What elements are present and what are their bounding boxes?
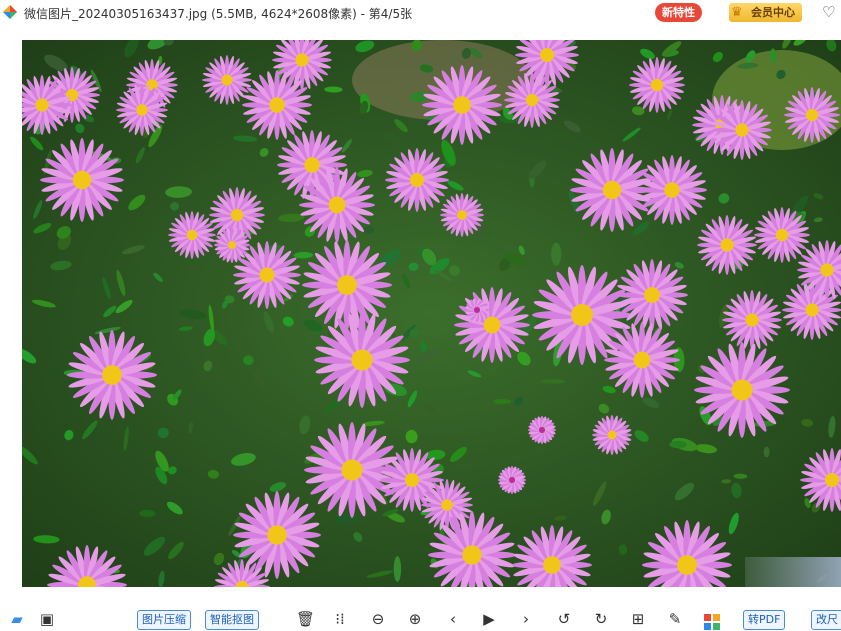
photo-canvas [22, 40, 841, 587]
vip-center-label: 会员中心 [751, 6, 795, 19]
aster-flower [422, 65, 502, 145]
image-edit-icon[interactable]: ⊞ [629, 611, 647, 627]
photo-overlay-strip [745, 557, 841, 587]
crown-icon: ♛ [731, 5, 743, 20]
leaf [540, 379, 566, 384]
aster-flower [385, 148, 449, 212]
compress-image-button[interactable]: 图片压缩 [137, 610, 191, 630]
aster-flower [592, 415, 632, 455]
actual-size-icon[interactable]: ⁝⁞ [331, 611, 349, 627]
window-title: 微信图片_20240305163437.jpg (5.5MB, 4624*260… [24, 7, 413, 21]
aster-flower [532, 265, 632, 365]
previous-icon[interactable]: ‹ [444, 611, 462, 627]
aster-flower [67, 330, 157, 420]
bottom-toolbar: ▰ ▣ 图片压缩 智能抠图 🗑 ⁝⁞ ⊖ ⊕ ‹ ▶ › ↺ ↻ ⊞ ✎ 转PD… [0, 607, 841, 631]
app-logo-icon [3, 5, 17, 19]
aster-flower [304, 422, 400, 518]
aster-flower [754, 207, 810, 263]
smart-cutout-button[interactable]: 智能抠图 [205, 610, 259, 630]
leaf [393, 556, 402, 582]
aster-flower [498, 466, 526, 494]
next-icon[interactable]: › [517, 611, 535, 627]
rotate-right-icon[interactable]: ↻ [592, 611, 610, 627]
resize-button[interactable]: 改尺 [811, 610, 841, 630]
heart-icon[interactable]: ♡ [822, 3, 835, 21]
apps-grid-icon[interactable] [704, 614, 720, 630]
leaf [493, 399, 512, 404]
image-viewer [0, 26, 841, 607]
convert-pdf-button[interactable]: 转PDF [743, 610, 786, 630]
new-feature-button[interactable]: 新特性 [655, 3, 702, 22]
aster-flower [722, 290, 782, 350]
folder-icon[interactable]: ▰ [8, 611, 26, 627]
title-bar: 微信图片_20240305163437.jpg (5.5MB, 4624*260… [0, 0, 841, 26]
edit-icon[interactable]: ✎ [666, 611, 684, 627]
zoom-out-icon[interactable]: ⊖ [369, 611, 387, 627]
delete-icon[interactable]: 🗑 [296, 611, 315, 627]
aster-flower [40, 138, 124, 222]
aster-flower [784, 87, 840, 143]
zoom-in-icon[interactable]: ⊕ [406, 611, 424, 627]
aster-flower [299, 167, 375, 243]
aster-flower [168, 211, 216, 259]
slideshow-icon[interactable]: ▶ [480, 611, 498, 627]
leaf [551, 242, 562, 266]
vip-center-button[interactable]: ♛ 会员中心 [729, 3, 802, 22]
aster-flower [214, 227, 250, 263]
aster-flower [302, 240, 392, 330]
rotate-left-icon[interactable]: ↺ [555, 611, 573, 627]
image-gallery-icon[interactable]: ▣ [38, 611, 56, 627]
aster-flower [528, 416, 556, 444]
photo-flowers[interactable] [22, 40, 841, 587]
aster-flower [694, 342, 790, 438]
aster-flower [616, 259, 688, 331]
aster-flower [712, 100, 772, 160]
aster-flower [629, 57, 685, 113]
aster-flower [454, 287, 530, 363]
aster-flower [440, 193, 484, 237]
aster-flower [637, 155, 707, 225]
aster-flower [314, 312, 410, 408]
aster-flower [242, 70, 312, 140]
aster-flower [604, 322, 680, 398]
aster-flower [465, 298, 489, 322]
aster-flower [697, 215, 757, 275]
aster-flower [116, 84, 168, 136]
